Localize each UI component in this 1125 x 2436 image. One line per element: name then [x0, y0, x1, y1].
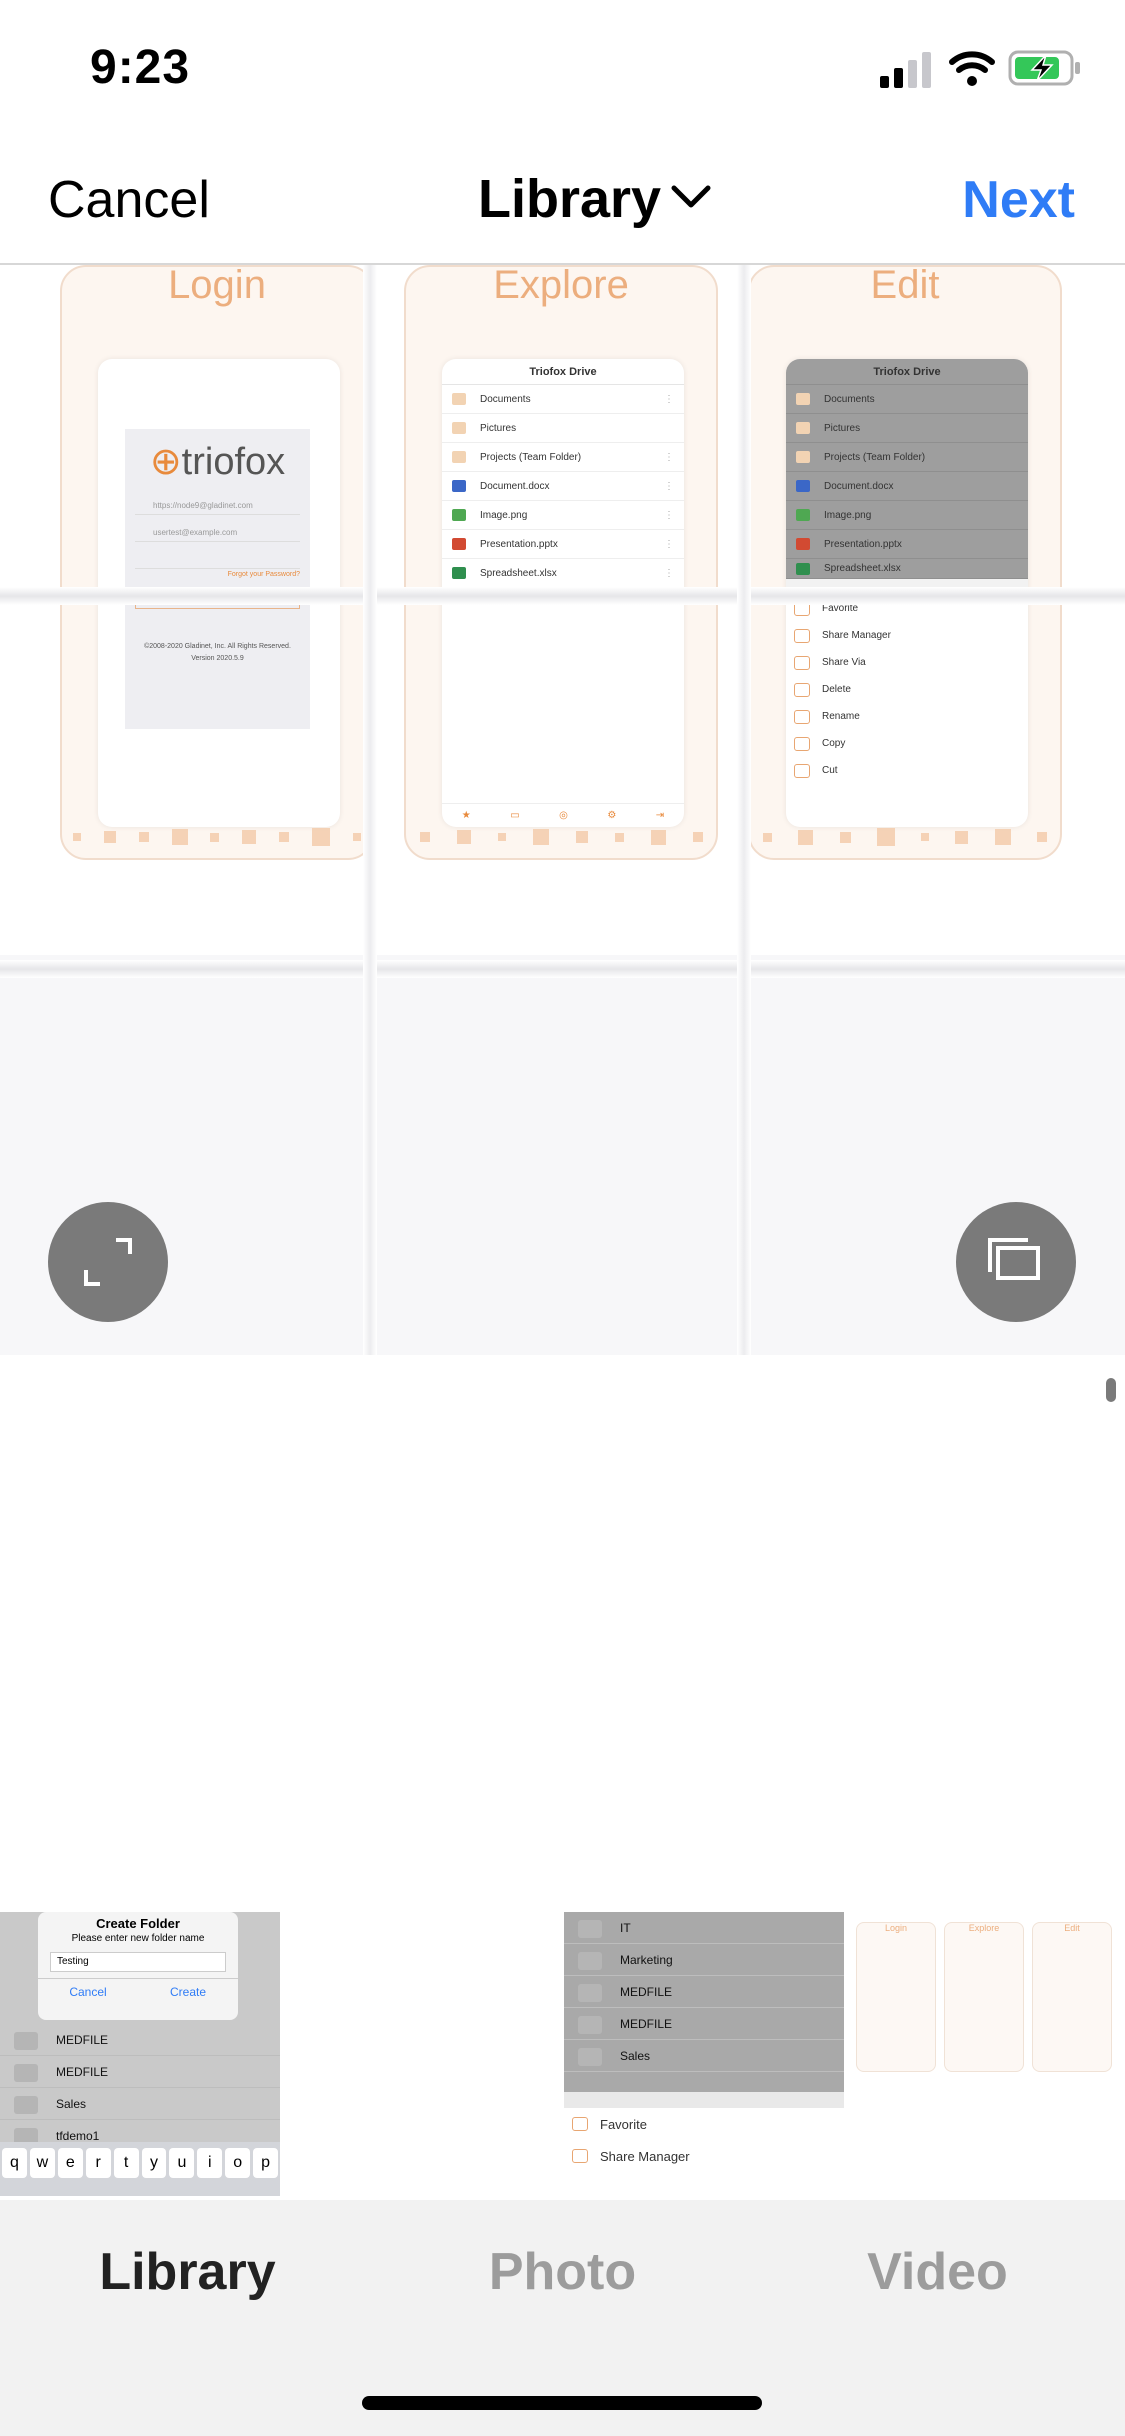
menu-item: Cut [786, 757, 1028, 784]
list-item: MEDFILE [564, 2008, 844, 2040]
crop-grid-line [0, 960, 1125, 978]
dialog-create: Create [169, 1985, 207, 1999]
folder-name-field: Testing [50, 1952, 226, 1972]
menu-item: Favorite [564, 2108, 844, 2140]
menu-item: Delete [786, 676, 1028, 703]
list-item: Sales [564, 2040, 844, 2072]
preview-card-edit: Edit Triofox Drive Documents Pictures Pr… [748, 265, 1062, 860]
password-field [135, 553, 300, 569]
scroll-indicator[interactable] [1106, 1378, 1116, 1402]
tab-library[interactable]: Library [0, 2242, 375, 2302]
card-title: Login [168, 265, 266, 307]
list-item: Marketing [564, 1944, 844, 1976]
thumbnail-blank[interactable] [282, 1912, 562, 2196]
list-item: Document.docx [786, 472, 1028, 501]
image-preview[interactable]: Login ⊕triofox https://node9@gladinet.co… [0, 265, 1125, 1355]
status-time: 9:23 [90, 41, 191, 94]
list-item: MEDFILE [0, 2024, 280, 2056]
cancel-button[interactable]: Cancel [48, 170, 210, 230]
wifi-icon [949, 51, 995, 86]
expand-icon [84, 1238, 132, 1286]
thumbnail-create-folder[interactable]: MEDFILE MEDFILE Sales tfdemo1 Create Fol… [0, 1912, 280, 2196]
list-item: Presentation.pptx ⋮ [442, 530, 684, 559]
list-item: MEDFILE [0, 2056, 280, 2088]
username-field: usertest@example.com [135, 526, 300, 542]
thumbnail-edit-menu[interactable]: IT Marketing MEDFILE MEDFILE Sales Favor… [564, 1912, 844, 2196]
card-title: Explore [493, 265, 629, 307]
forgot-password-link: Forgot your Password? [227, 571, 300, 578]
triofox-logo: ⊕triofox [149, 441, 286, 483]
menu-item: Copy [786, 730, 1028, 757]
battery-charging-icon [1008, 50, 1080, 86]
chevron-down-icon[interactable] [668, 180, 714, 214]
login-panel: ⊕triofox https://node9@gladinet.com user… [125, 429, 310, 729]
album-title[interactable]: Library [478, 168, 661, 230]
mini-header: Triofox Drive [442, 359, 684, 385]
preview-card-login: Login ⊕triofox https://node9@gladinet.co… [60, 265, 374, 860]
thumbnail-overview[interactable]: Login Explore Edit [846, 1912, 1125, 2196]
preview-card-explore: Explore Triofox Drive Documents ⋮ Picture… [404, 265, 718, 860]
menu-item: Share Manager [786, 622, 1028, 649]
decorative-squares [406, 826, 716, 848]
expand-crop-button[interactable] [48, 1202, 168, 1322]
next-button[interactable]: Next [962, 170, 1075, 230]
thumb-list: IT Marketing MEDFILE MEDFILE Sales [564, 1912, 844, 2092]
url-field: https://node9@gladinet.com [135, 499, 300, 515]
tab-video[interactable]: Video [750, 2242, 1125, 2302]
copyright-text: ©2008-2020 Gladinet, Inc. All Rights Res… [144, 643, 291, 662]
list-item: MEDFILE [564, 1976, 844, 2008]
list-item: Spreadsheet.xlsx ⋮ [442, 559, 684, 588]
home-indicator[interactable] [362, 2396, 762, 2410]
list-item: Image.png [786, 501, 1028, 530]
thumb-list: MEDFILE MEDFILE Sales tfdemo1 [0, 2024, 280, 2152]
thumbnail-grid: MEDFILE MEDFILE Sales tfdemo1 Create Fol… [0, 1912, 1125, 2196]
mini-card: Edit [1032, 1922, 1112, 2072]
decorative-squares [750, 826, 1060, 848]
menu-spacer [564, 2092, 844, 2108]
cellular-signal-icon [880, 50, 932, 88]
list-item: Projects (Team Folder) ⋮ [442, 443, 684, 472]
list-item: IT [564, 1912, 844, 1944]
list-item: Image.png ⋮ [442, 501, 684, 530]
list-item: Projects (Team Folder) [786, 443, 1028, 472]
mini-card: Login [856, 1922, 936, 2072]
mini-header: Triofox Drive [786, 359, 1028, 385]
tab-photo[interactable]: Photo [375, 2242, 750, 2302]
menu-item: Rename [786, 703, 1028, 730]
list-item: Presentation.pptx [786, 530, 1028, 559]
list-item: Sales [0, 2088, 280, 2120]
dialog-title: Create Folder [96, 1916, 180, 1931]
list-item: Spreadsheet.xlsx [786, 559, 1028, 579]
create-folder-dialog: Create Folder Please enter new folder na… [38, 1912, 238, 2020]
menu-item: Share Via [786, 649, 1028, 676]
list-item: Pictures [442, 414, 684, 443]
menu-item: Share Manager [564, 2140, 844, 2172]
multi-select-button[interactable] [956, 1202, 1076, 1322]
list-item: Documents ⋮ [442, 385, 684, 414]
list-item: Documents [786, 385, 1028, 414]
list-item: Document.docx ⋮ [442, 472, 684, 501]
crop-grid-line [737, 265, 751, 1355]
multiple-images-icon [988, 1238, 1040, 1280]
list-item: Pictures [786, 414, 1028, 443]
mini-card: Explore [944, 1922, 1024, 2072]
crop-grid-line [363, 265, 377, 1355]
screen: 9:23 Cancel Library Next Login ⊕triofox [0, 0, 1125, 2436]
dialog-cancel: Cancel [69, 1985, 107, 1999]
crop-grid-line [0, 587, 1125, 605]
dialog-message: Please enter new folder name [71, 1933, 205, 1944]
keyboard: qwertyuiop [0, 2142, 280, 2196]
mini-tabbar: ★ ▭ ◎ ⚙ ⇥ [442, 803, 684, 827]
card-title: Edit [870, 265, 940, 307]
decorative-squares [62, 826, 372, 848]
